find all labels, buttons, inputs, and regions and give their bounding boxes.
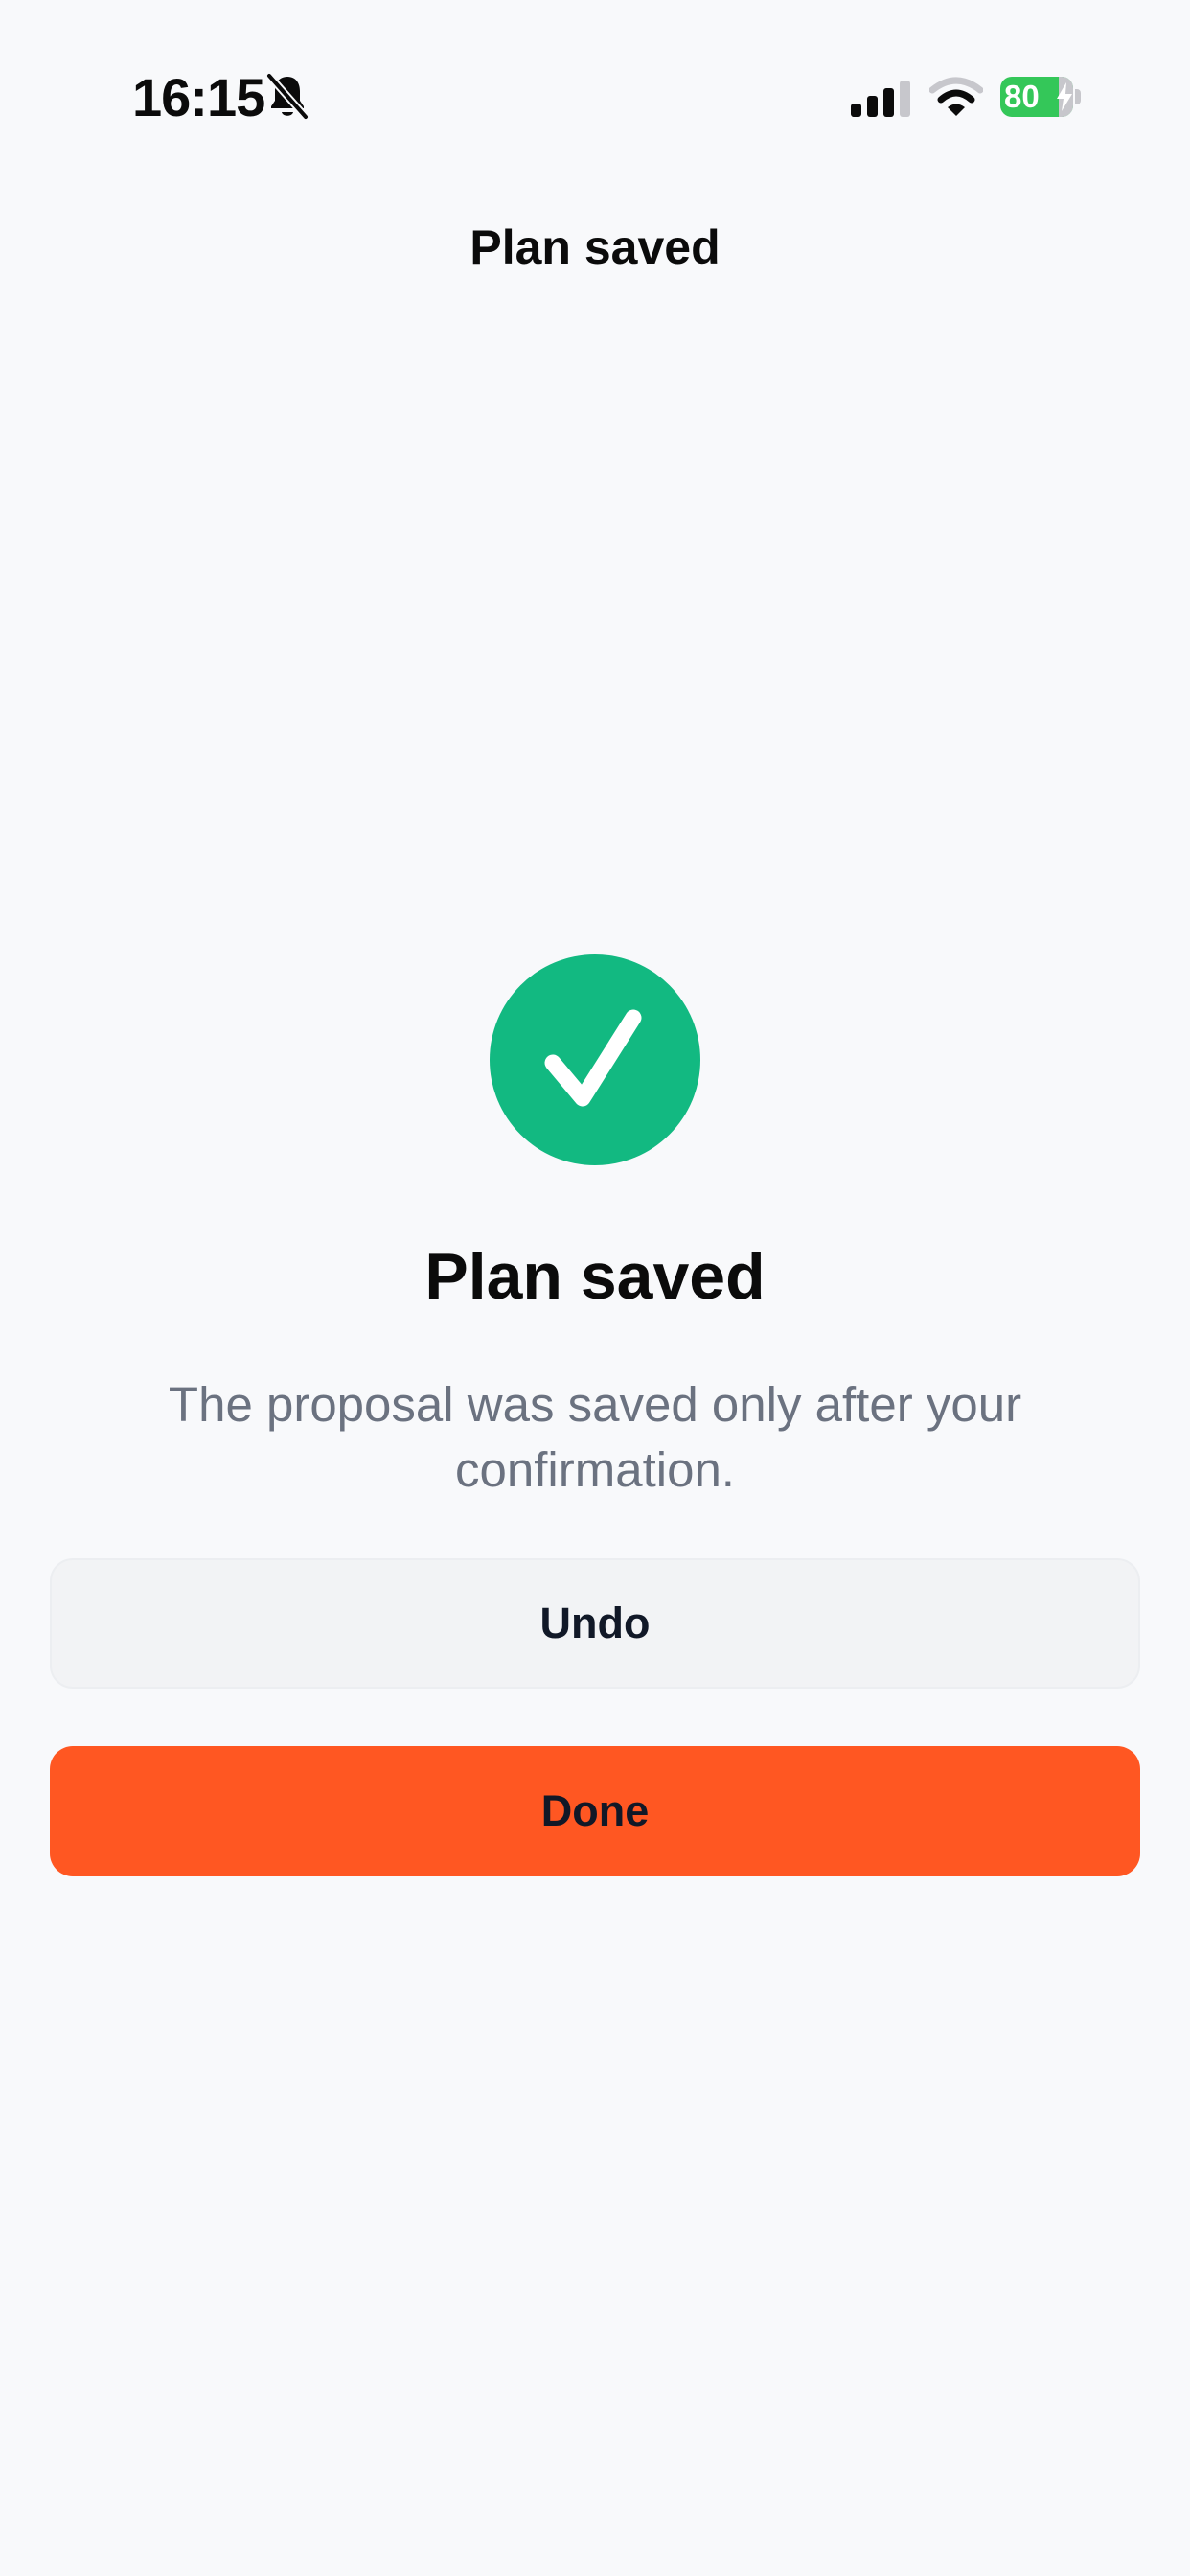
success-description: The proposal was saved only after your c… (168, 1377, 1022, 1497)
bell-slash-icon (266, 73, 309, 121)
done-button[interactable]: Done (50, 1746, 1140, 1876)
battery-level: 80 (1004, 79, 1040, 114)
nav-title: Plan saved (469, 220, 721, 274)
battery-indicator: 80 (1000, 77, 1083, 117)
status-bar: 16:15 80 (0, 0, 1190, 192)
status-time: 16:15 (132, 67, 265, 127)
wifi-icon (929, 77, 983, 116)
done-button-label: Done (540, 1786, 650, 1835)
undo-button[interactable]: Undo (50, 1558, 1140, 1689)
success-title: Plan saved (424, 1240, 766, 1313)
cellular-signal-icon (851, 80, 910, 117)
undo-button-label: Undo (539, 1598, 651, 1647)
charging-bolt-icon (1057, 82, 1072, 111)
checkmark-circle-icon (490, 954, 700, 1165)
checkmark-icon (544, 1009, 642, 1107)
